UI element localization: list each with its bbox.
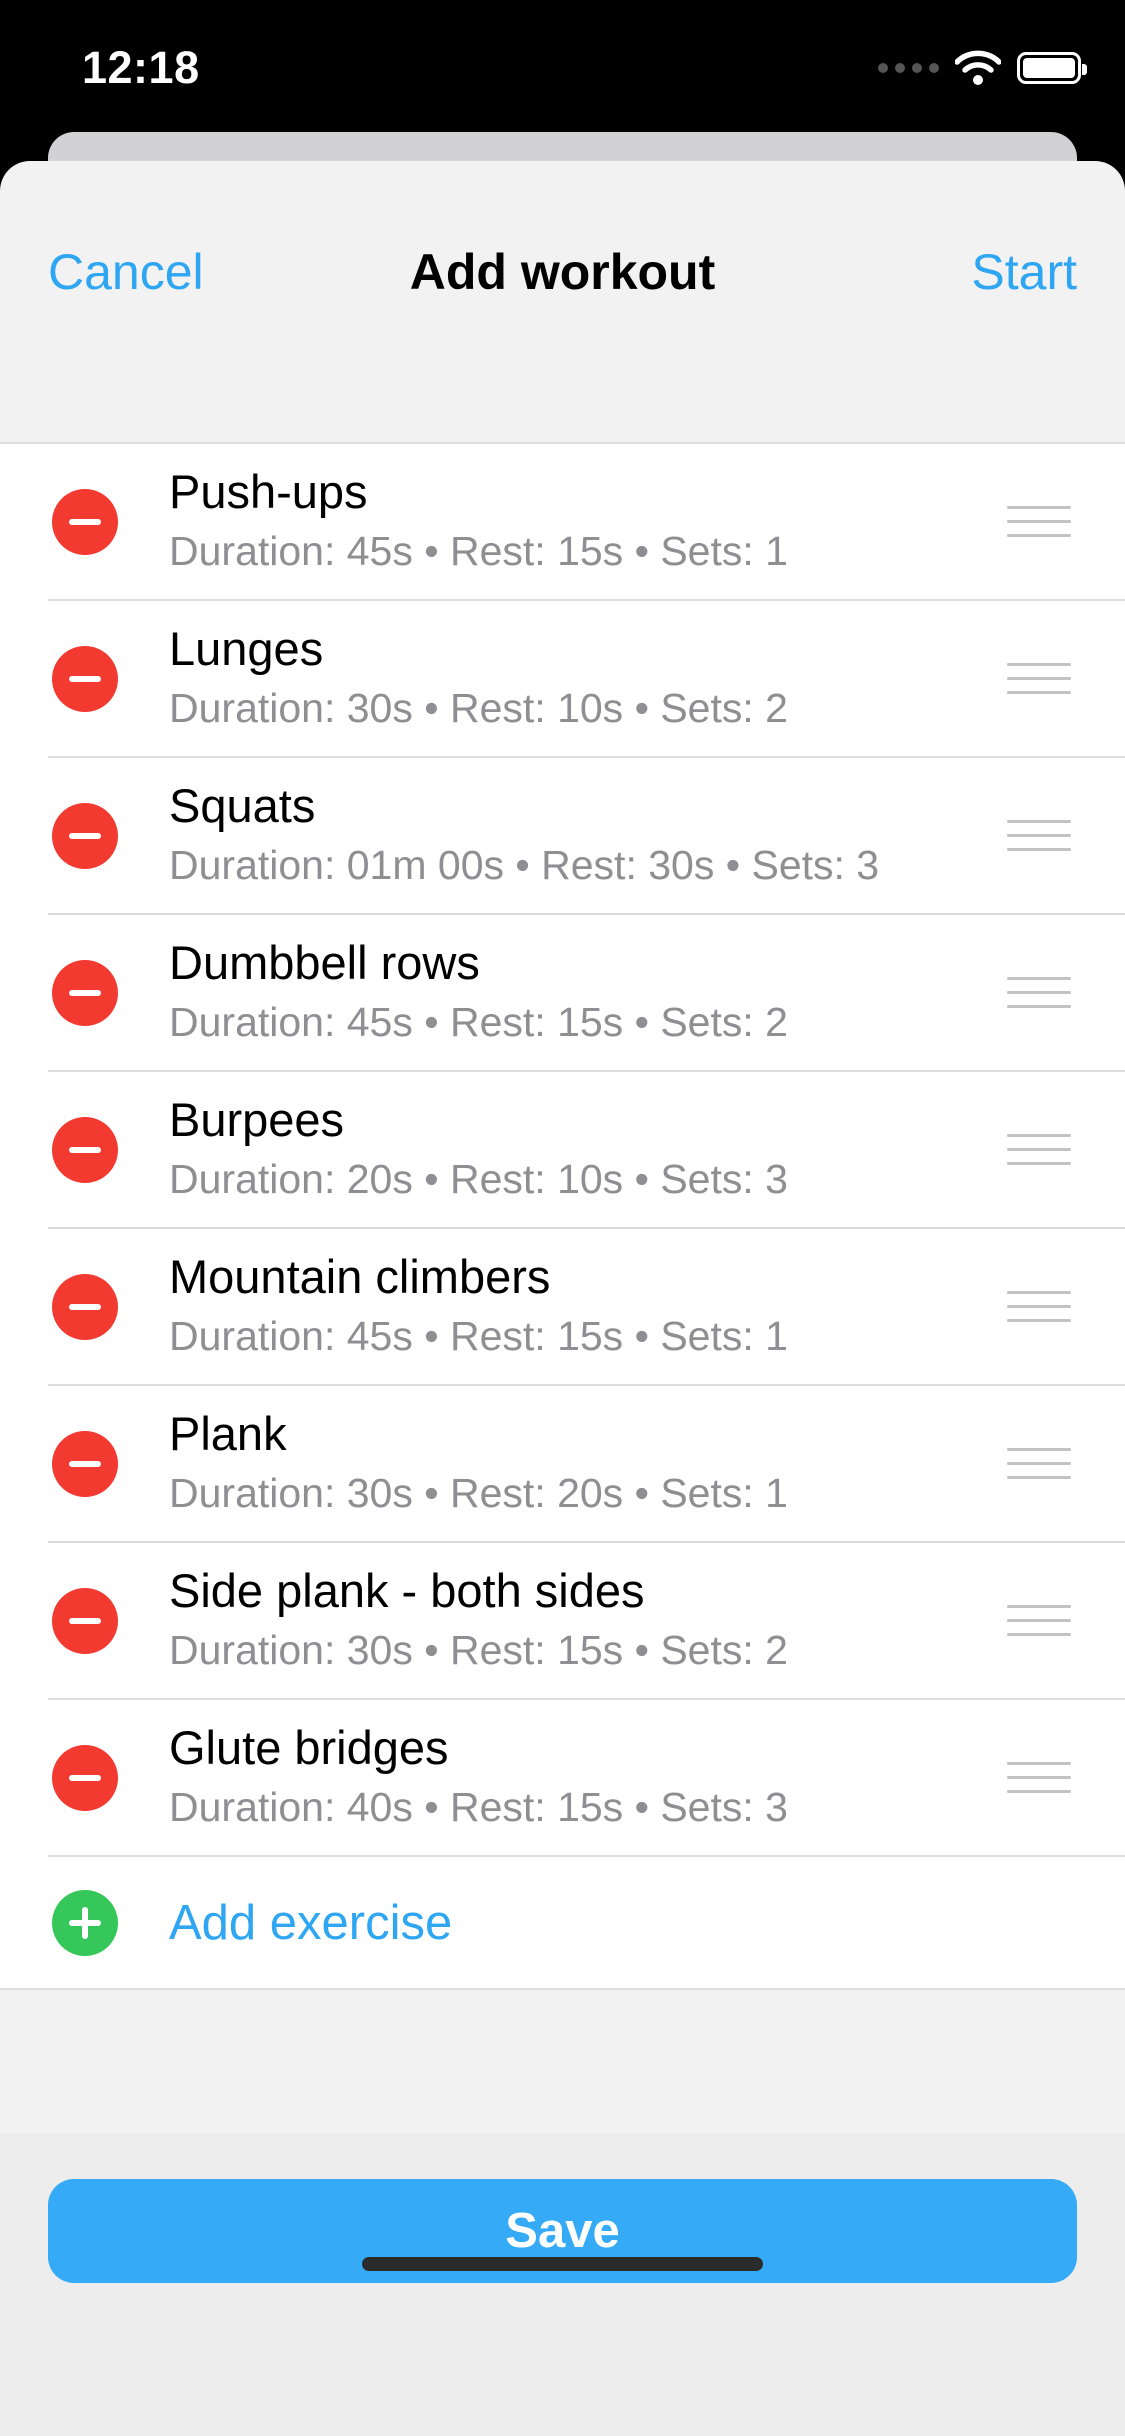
remove-exercise-button[interactable] [52,802,118,869]
screen: 12:18 Cancel Add workout Start Push-ups … [0,0,1125,2436]
exercise-name: Glute bridges [169,1721,449,1774]
exercise-detail: Duration: 30s • Rest: 15s • Sets: 2 [169,1627,788,1673]
drag-handle-icon[interactable] [1007,818,1071,854]
exercise-name: Push-ups [169,465,368,518]
exercise-row: Glute bridges Duration: 40s • Rest: 15s … [48,1700,1125,1857]
exercise-row: Lunges Duration: 30s • Rest: 10s • Sets:… [48,601,1125,758]
add-workout-sheet: Cancel Add workout Start Push-ups Durati… [0,161,1125,2436]
exercise-detail: Duration: 45s • Rest: 15s • Sets: 2 [169,999,788,1045]
exercise-detail: Duration: 30s • Rest: 20s • Sets: 1 [169,1470,788,1516]
exercise-name: Burpees [169,1093,345,1146]
add-exercise-label[interactable]: Add exercise [169,1895,452,1951]
exercise-detail: Duration: 40s • Rest: 15s • Sets: 3 [169,1784,788,1830]
nav-bar: Cancel Add workout Start [0,161,1125,441]
drag-handle-icon[interactable] [1007,504,1071,540]
exercise-row: Burpees Duration: 20s • Rest: 10s • Sets… [48,1072,1125,1229]
remove-exercise-button[interactable] [52,1273,118,1340]
remove-exercise-button[interactable] [52,1116,118,1183]
remove-exercise-button[interactable] [52,1744,118,1811]
exercise-row: Dumbbell rows Duration: 45s • Rest: 15s … [48,915,1125,1072]
remove-exercise-button[interactable] [52,645,118,712]
drag-handle-icon[interactable] [1007,1446,1071,1482]
remove-exercise-button[interactable] [52,1587,118,1654]
exercise-name: Dumbbell rows [169,936,480,989]
exercise-name: Mountain climbers [169,1250,551,1303]
exercise-row: Push-ups Duration: 45s • Rest: 15s • Set… [48,444,1125,601]
wifi-icon [955,50,1001,85]
drag-handle-icon[interactable] [1007,1132,1071,1168]
exercise-detail: Duration: 45s • Rest: 15s • Sets: 1 [169,1313,788,1359]
drag-handle-icon[interactable] [1007,1603,1071,1639]
exercise-row: Plank Duration: 30s • Rest: 20s • Sets: … [48,1386,1125,1543]
remove-exercise-button[interactable] [52,488,118,555]
exercise-row: Squats Duration: 01m 00s • Rest: 30s • S… [48,758,1125,915]
exercise-name: Plank [169,1407,287,1460]
remove-exercise-button[interactable] [52,1430,118,1497]
battery-icon [1017,52,1087,84]
signal-dots-icon [878,63,939,73]
drag-handle-icon[interactable] [1007,661,1071,697]
exercise-detail: Duration: 45s • Rest: 15s • Sets: 1 [169,528,788,574]
exercise-detail: Duration: 20s • Rest: 10s • Sets: 3 [169,1156,788,1202]
exercise-detail: Duration: 01m 00s • Rest: 30s • Sets: 3 [169,842,880,888]
add-exercise-row[interactable]: Add exercise [48,1857,1125,1988]
status-bar: 12:18 [0,0,1125,135]
exercise-row: Mountain climbers Duration: 45s • Rest: … [48,1229,1125,1386]
status-icons [878,48,1087,88]
drag-handle-icon[interactable] [1007,1760,1071,1796]
exercise-detail: Duration: 30s • Rest: 10s • Sets: 2 [169,685,788,731]
remove-exercise-button[interactable] [52,959,118,1026]
status-time: 12:18 [82,42,200,93]
bottom-bar: Save [0,2133,1125,2436]
start-button[interactable]: Start [971,243,1077,301]
exercise-list: Push-ups Duration: 45s • Rest: 15s • Set… [0,442,1125,1990]
add-exercise-button[interactable] [52,1889,118,1956]
exercise-name: Squats [169,779,316,832]
home-indicator[interactable] [362,2257,763,2271]
cancel-button[interactable]: Cancel [48,243,204,301]
exercise-name: Side plank - both sides [169,1564,645,1617]
exercise-name: Lunges [169,622,324,675]
drag-handle-icon[interactable] [1007,975,1071,1011]
exercise-row: Side plank - both sides Duration: 30s • … [48,1543,1125,1700]
drag-handle-icon[interactable] [1007,1289,1071,1325]
